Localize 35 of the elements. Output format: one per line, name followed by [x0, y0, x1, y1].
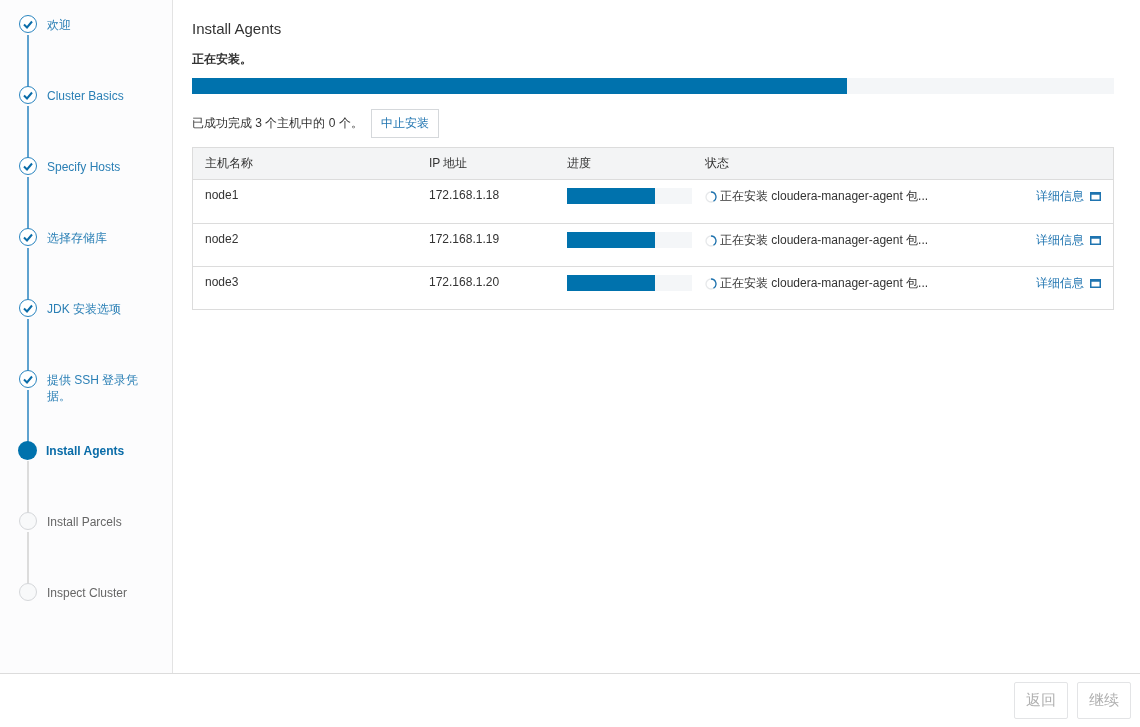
spinner-icon — [705, 277, 717, 290]
column-header: 主机名称 — [205, 155, 254, 172]
column-header: IP 地址 — [429, 155, 469, 172]
table-cell-text: 172.168.1.20 — [429, 275, 501, 289]
step-label[interactable]: Inspect Cluster — [47, 585, 142, 601]
status-text: 正在安装。 — [192, 51, 253, 68]
details-link[interactable]: 详细信息 — [1036, 188, 1084, 205]
step-label[interactable]: JDK 安装选项 — [47, 301, 142, 317]
details-link[interactable]: 详细信息 — [1036, 232, 1084, 249]
step-label[interactable]: Cluster Basics — [47, 88, 142, 104]
spinner-icon — [705, 234, 717, 247]
page-title: Install Agents — [192, 20, 283, 37]
table-cell-text: node2 — [205, 232, 240, 246]
step-label[interactable]: 欢迎 — [47, 17, 142, 33]
column-header: 状态 — [705, 155, 730, 172]
table-cell-text: 172.168.1.19 — [429, 232, 501, 246]
summary-text: 已成功完成 3 个主机中的 0 个。 — [192, 115, 363, 132]
step-label[interactable]: 选择存储库 — [47, 230, 142, 246]
window-icon[interactable] — [1090, 279, 1101, 288]
details-link[interactable]: 详细信息 — [1036, 275, 1084, 292]
abort-button[interactable]: 中止安装 — [370, 109, 439, 138]
window-icon[interactable] — [1090, 192, 1101, 201]
column-header: 进度 — [567, 155, 592, 172]
status-text: 正在安装 cloudera-manager-agent 包... — [720, 232, 929, 249]
step-label[interactable]: Install Agents — [46, 443, 141, 459]
step-label[interactable]: Install Parcels — [47, 514, 142, 530]
spinner-icon — [705, 190, 717, 203]
table-cell-text: node1 — [205, 188, 240, 202]
table-cell-text: 172.168.1.18 — [429, 188, 501, 202]
step-label[interactable]: Specify Hosts — [47, 159, 142, 175]
table-cell-text: node3 — [205, 275, 240, 289]
status-text: 正在安装 cloudera-manager-agent 包... — [720, 275, 929, 292]
status-text: 正在安装 cloudera-manager-agent 包... — [720, 188, 929, 205]
window-icon[interactable] — [1090, 236, 1101, 245]
step-label[interactable]: 提供 SSH 登录凭据。 — [47, 372, 142, 404]
